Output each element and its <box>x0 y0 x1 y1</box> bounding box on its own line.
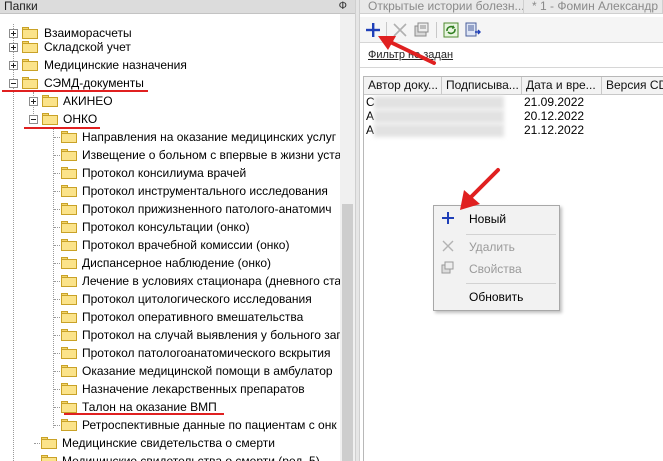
expand-icon[interactable] <box>9 43 18 52</box>
tree-item-label: Протокол патологоанатомического вскрытия <box>82 346 331 360</box>
folder-icon <box>61 365 77 377</box>
folder-icon <box>61 329 77 341</box>
folder-icon <box>22 27 38 39</box>
tree-item-label: Протокол врачебной комиссии (онко) <box>82 238 290 252</box>
folder-icon <box>61 131 77 143</box>
folder-icon <box>61 419 77 431</box>
redacted-cell <box>374 124 504 137</box>
tab-strip: Открытые истории болезн... * 1 - Фомин А… <box>360 0 663 14</box>
folder-icon <box>61 401 77 413</box>
export-icon <box>465 22 481 37</box>
folder-icon <box>22 59 38 71</box>
tree-item-label: Протокол инструментального исследования <box>82 184 328 198</box>
folder-icon <box>61 383 77 395</box>
refresh-icon <box>443 22 459 38</box>
pin-icon[interactable]: Ф <box>339 0 347 13</box>
folder-icon <box>22 77 38 89</box>
redacted-cell <box>374 110 504 123</box>
folder-icon <box>61 203 77 215</box>
tree-item-label: Протокол на случай выявления у больного … <box>82 328 340 342</box>
folders-panel: Папки Ф Взаиморасчеты Складской учет Мед… <box>0 0 355 461</box>
date-cell: 21.12.2022 <box>524 124 585 137</box>
tab-open-histories[interactable]: Открытые истории болезн... <box>360 0 524 14</box>
folder-icon <box>42 113 58 125</box>
tree-item-label: Оказание медицинской помощи в амбулатор <box>82 364 333 378</box>
tree-item-label: Ретроспективные данные по пациентам с он… <box>82 418 337 432</box>
tree-item-label: Протокол прижизненного патолого-анатомич <box>82 202 332 216</box>
folder-icon <box>41 455 57 461</box>
tree-item-label: Извещение о больном с впервые в жизни ус… <box>82 148 340 162</box>
table-row[interactable]: А 21.12.2022 <box>364 124 663 137</box>
menu-item-delete[interactable]: Удалить <box>436 236 557 258</box>
annotation-underline <box>64 413 224 415</box>
menu-item-refresh[interactable]: Обновить <box>436 286 557 308</box>
folder-icon <box>61 311 77 323</box>
menu-item-label: Свойства <box>469 262 522 276</box>
tree-item-label: Лечение в условиях стационара (дневного … <box>82 274 340 288</box>
tab-patient[interactable]: * 1 - Фомин Александр <box>524 0 663 14</box>
tree-item-label: Складской учет <box>44 40 131 54</box>
column-header[interactable]: Подписыва... <box>442 77 522 95</box>
folder-icon <box>61 275 77 287</box>
collapse-icon[interactable] <box>29 115 38 124</box>
redacted-cell <box>374 96 504 109</box>
expand-icon[interactable] <box>29 97 38 106</box>
tree-item-label: Медицинские назначения <box>44 58 187 72</box>
table-row[interactable]: С 21.09.2022 <box>364 96 663 109</box>
folder-icon <box>61 221 77 233</box>
tree-item-label: Протокол цитологического исследования <box>82 292 312 306</box>
tree-item-label: Протокол оперативного вмешательства <box>82 310 304 324</box>
tree-item-label: Назначение лекарственных препаратов <box>82 382 305 396</box>
folders-panel-title: Папки <box>4 0 38 13</box>
tree-item-label: АКИНЕО <box>63 94 113 108</box>
date-cell: 20.12.2022 <box>524 110 585 123</box>
export-button[interactable] <box>463 20 483 40</box>
refresh-button[interactable] <box>441 20 461 40</box>
tree-item-label: Направления на оказание медицинских услу… <box>82 130 337 144</box>
tree-item-label: Протокол консультации (онко) <box>82 220 250 234</box>
tree-item-label: Медицинские свидетельства о смерти <box>62 436 275 450</box>
column-header[interactable]: Версия CD <box>602 77 663 95</box>
annotation-arrow-icon <box>378 36 436 65</box>
tree-item-label: Медицинские свидетельства о смерти (ред.… <box>62 454 320 461</box>
tree-item-label: ОНКО <box>63 112 98 126</box>
folder-icon <box>61 293 77 305</box>
folder-icon <box>42 95 58 107</box>
folder-icon <box>61 185 77 197</box>
folder-tree: Взаиморасчеты Складской учет Медицинские… <box>0 24 340 461</box>
folder-icon <box>22 41 38 53</box>
menu-item-label: Удалить <box>469 240 515 254</box>
expand-icon[interactable] <box>9 61 18 70</box>
grid-header: Автор доку... Подписыва... Дата и вре...… <box>364 77 663 95</box>
menu-item-label: Обновить <box>469 290 524 304</box>
tree-item-label: Протокол консилиума врачей <box>82 166 247 180</box>
menu-separator <box>466 283 556 284</box>
delete-icon <box>440 239 456 255</box>
date-cell: 21.09.2022 <box>524 96 585 109</box>
context-menu: Новый Удалить Свойства Обновить <box>433 205 560 311</box>
tree-item-label: Диспансерное наблюдение (онко) <box>82 256 272 270</box>
column-header[interactable]: Дата и вре... <box>522 77 602 95</box>
table-row[interactable]: А 20.12.2022 <box>364 110 663 123</box>
annotation-arrow-icon <box>460 168 500 210</box>
scrollbar-thumb[interactable] <box>342 204 353 461</box>
expand-icon[interactable] <box>9 29 18 38</box>
folder-icon <box>61 167 77 179</box>
properties-icon <box>440 261 456 277</box>
folder-icon <box>61 347 77 359</box>
column-header[interactable]: Автор доку... <box>364 77 442 95</box>
folders-panel-header: Папки Ф <box>0 0 355 14</box>
menu-item-properties[interactable]: Свойства <box>436 258 557 280</box>
folder-icon <box>61 239 77 251</box>
collapse-icon[interactable] <box>9 79 18 88</box>
folder-icon <box>61 149 77 161</box>
folder-icon <box>61 257 77 269</box>
folder-icon <box>41 437 57 449</box>
tree-scrollbar[interactable] <box>340 14 355 461</box>
menu-separator <box>466 234 556 235</box>
